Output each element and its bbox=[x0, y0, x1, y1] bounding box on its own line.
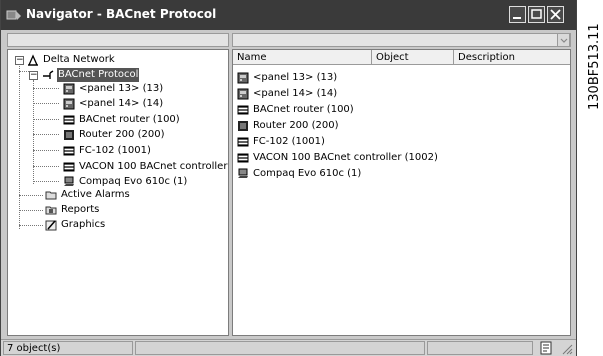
tree-line bbox=[33, 103, 59, 104]
device-label: <panel 13> (13) bbox=[79, 83, 164, 94]
dropdown-button[interactable] bbox=[557, 33, 570, 47]
figure-id: 130BF513.11 bbox=[587, 23, 602, 110]
resize-grip-icon[interactable] bbox=[561, 343, 573, 355]
column-header-object[interactable]: Object bbox=[372, 50, 454, 65]
tree-toolbar bbox=[7, 33, 229, 47]
panel-icon bbox=[63, 83, 75, 95]
tree-line bbox=[19, 63, 20, 229]
title-bar[interactable]: Navigator - BACnet Protocol bbox=[1, 0, 576, 30]
router-box-icon bbox=[238, 121, 248, 131]
router-box-icon bbox=[64, 130, 74, 140]
computer-icon bbox=[64, 176, 74, 186]
status-view-icon[interactable] bbox=[538, 341, 554, 355]
navigator-window: Navigator - BACnet Protocol − Delta Netw… bbox=[0, 0, 577, 356]
protocol-icon bbox=[43, 70, 54, 79]
device-label: Compaq Evo 610c (1) bbox=[79, 176, 188, 187]
tree-line bbox=[33, 80, 34, 184]
row-name: FC-102 (1001) bbox=[253, 136, 325, 147]
panel-icon bbox=[237, 88, 249, 100]
row-name: VACON 100 BACnet controller (1002) bbox=[253, 152, 438, 163]
router-icon bbox=[237, 153, 249, 163]
list-view[interactable]: Name Object Description <panel 13> (13) … bbox=[232, 49, 571, 336]
device-label: BACnet router (100) bbox=[79, 114, 180, 125]
graphics-icon bbox=[45, 220, 57, 231]
tree-line bbox=[33, 150, 59, 151]
computer-icon bbox=[238, 168, 248, 178]
window-title: Navigator - BACnet Protocol bbox=[26, 7, 217, 21]
device-label: <panel 14> (14) bbox=[79, 98, 164, 109]
reports-icon bbox=[45, 206, 57, 215]
figure-id-text: 130BF513.11 bbox=[587, 23, 602, 110]
tree-line bbox=[33, 119, 59, 120]
close-button[interactable] bbox=[547, 6, 564, 23]
maximize-button[interactable] bbox=[528, 6, 545, 23]
router-icon bbox=[237, 137, 249, 147]
tree-view[interactable]: − Delta Network − BACnet Protocol <panel… bbox=[7, 49, 229, 336]
tree-line bbox=[33, 166, 59, 167]
row-name: <panel 13> (13) bbox=[253, 72, 338, 83]
device-label: FC-102 (1001) bbox=[79, 145, 151, 156]
tree-line bbox=[19, 71, 29, 72]
router-icon bbox=[63, 146, 75, 156]
row-name: BACnet router (100) bbox=[253, 104, 354, 115]
column-header-description[interactable]: Description bbox=[454, 50, 570, 65]
list-toolbar bbox=[232, 33, 571, 47]
router-icon bbox=[63, 162, 75, 172]
row-name: Router 200 (200) bbox=[253, 120, 339, 131]
tree-line bbox=[33, 88, 59, 89]
status-panel bbox=[427, 341, 533, 355]
folder-icon bbox=[45, 191, 57, 200]
status-bar: 7 object(s) bbox=[1, 339, 576, 356]
status-object-count: 7 object(s) bbox=[3, 341, 133, 355]
network-icon bbox=[27, 54, 39, 66]
close-icon bbox=[550, 9, 561, 20]
tree-line bbox=[33, 134, 59, 135]
expand-toggle-root[interactable]: − bbox=[15, 56, 24, 65]
column-header-name[interactable]: Name bbox=[233, 50, 372, 65]
folder-label: Graphics bbox=[61, 219, 106, 230]
tree-node-label: BACnet Protocol bbox=[57, 68, 140, 82]
device-label: Router 200 (200) bbox=[79, 129, 165, 140]
maximize-icon bbox=[531, 9, 542, 19]
minimize-button[interactable] bbox=[509, 6, 526, 23]
tree-line bbox=[19, 225, 43, 226]
tree-node-label: Delta Network bbox=[43, 54, 115, 65]
tree-line bbox=[33, 181, 59, 182]
expand-toggle-protocol[interactable]: − bbox=[29, 71, 38, 80]
panel-icon bbox=[237, 72, 249, 84]
minimize-icon bbox=[513, 17, 521, 19]
tree-line bbox=[19, 195, 43, 196]
app-icon bbox=[6, 10, 21, 20]
tree-line bbox=[19, 210, 43, 211]
folder-label: Reports bbox=[61, 204, 100, 215]
status-panel bbox=[135, 341, 425, 355]
chevron-down-icon bbox=[560, 38, 568, 43]
row-name: <panel 14> (14) bbox=[253, 88, 338, 99]
row-name: Compaq Evo 610c (1) bbox=[253, 168, 362, 179]
folder-label: Active Alarms bbox=[61, 189, 130, 200]
device-label: VACON 100 BACnet controller (1 bbox=[79, 161, 229, 172]
panel-icon bbox=[63, 98, 75, 110]
router-icon bbox=[63, 115, 75, 125]
router-icon bbox=[237, 105, 249, 115]
